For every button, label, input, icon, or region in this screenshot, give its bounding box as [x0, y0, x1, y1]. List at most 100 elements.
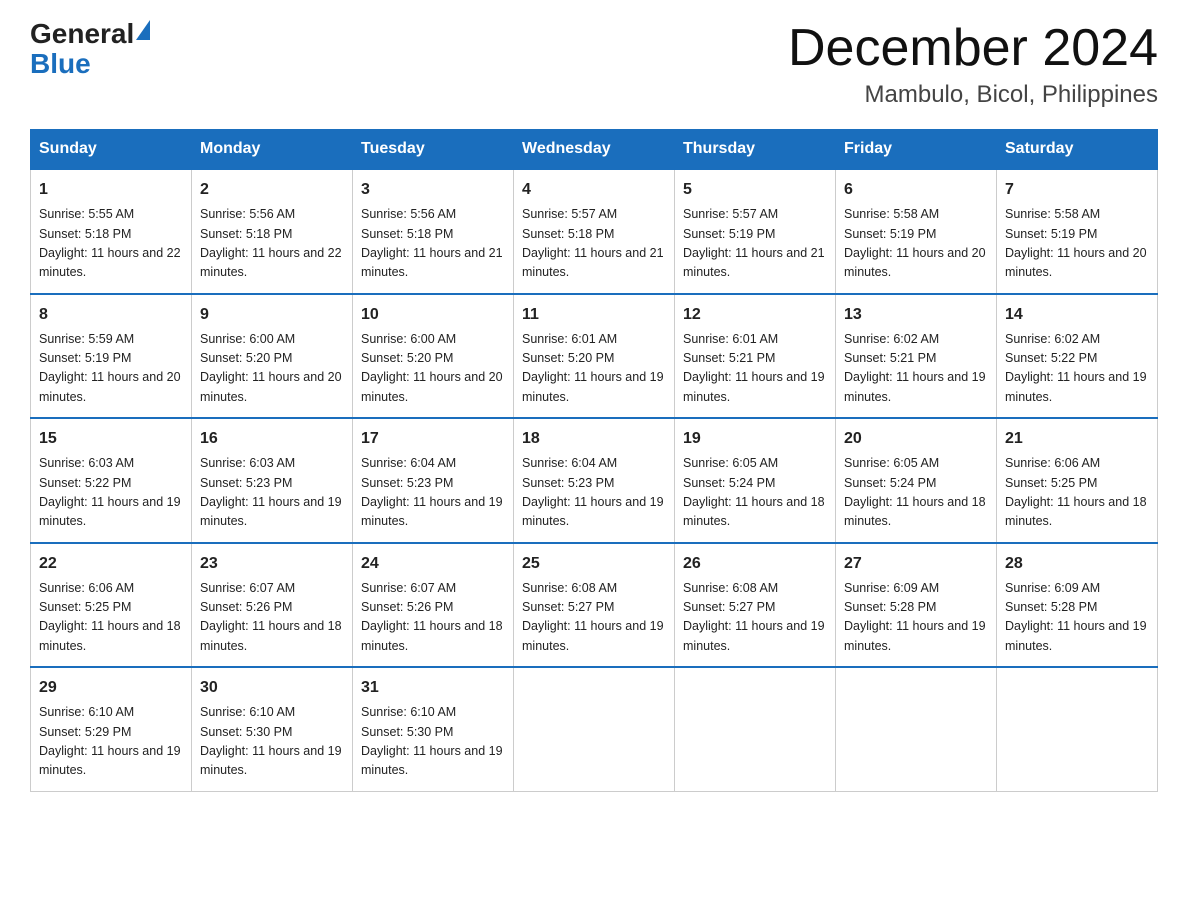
calendar-cell: 30 Sunrise: 6:10 AMSunset: 5:30 PMDaylig…	[192, 667, 353, 791]
calendar-cell: 5 Sunrise: 5:57 AMSunset: 5:19 PMDayligh…	[675, 169, 836, 294]
weekday-header-friday: Friday	[836, 130, 997, 170]
calendar-cell: 26 Sunrise: 6:08 AMSunset: 5:27 PMDaylig…	[675, 543, 836, 668]
day-number: 26	[683, 552, 827, 576]
day-number: 17	[361, 427, 505, 451]
calendar-cell: 8 Sunrise: 5:59 AMSunset: 5:19 PMDayligh…	[31, 294, 192, 419]
day-number: 4	[522, 178, 666, 202]
logo-general: General	[30, 20, 134, 48]
calendar-cell: 21 Sunrise: 6:06 AMSunset: 5:25 PMDaylig…	[997, 418, 1158, 543]
day-number: 1	[39, 178, 183, 202]
day-info: Sunrise: 6:07 AMSunset: 5:26 PMDaylight:…	[200, 579, 344, 657]
calendar-cell	[514, 667, 675, 791]
day-info: Sunrise: 5:58 AMSunset: 5:19 PMDaylight:…	[844, 205, 988, 283]
day-info: Sunrise: 6:06 AMSunset: 5:25 PMDaylight:…	[1005, 454, 1149, 532]
calendar-cell	[997, 667, 1158, 791]
day-info: Sunrise: 6:10 AMSunset: 5:30 PMDaylight:…	[200, 703, 344, 781]
day-number: 2	[200, 178, 344, 202]
day-number: 16	[200, 427, 344, 451]
day-info: Sunrise: 6:09 AMSunset: 5:28 PMDaylight:…	[844, 579, 988, 657]
weekday-header-sunday: Sunday	[31, 130, 192, 170]
calendar-cell: 14 Sunrise: 6:02 AMSunset: 5:22 PMDaylig…	[997, 294, 1158, 419]
day-info: Sunrise: 6:04 AMSunset: 5:23 PMDaylight:…	[361, 454, 505, 532]
day-number: 11	[522, 303, 666, 327]
day-number: 15	[39, 427, 183, 451]
calendar-header-row: SundayMondayTuesdayWednesdayThursdayFrid…	[31, 130, 1158, 170]
day-number: 20	[844, 427, 988, 451]
page-header: General Blue December 2024 Mambulo, Bico…	[30, 20, 1158, 109]
day-info: Sunrise: 6:07 AMSunset: 5:26 PMDaylight:…	[361, 579, 505, 657]
day-info: Sunrise: 6:08 AMSunset: 5:27 PMDaylight:…	[522, 579, 666, 657]
weekday-header-thursday: Thursday	[675, 130, 836, 170]
day-info: Sunrise: 5:59 AMSunset: 5:19 PMDaylight:…	[39, 330, 183, 408]
logo: General Blue	[30, 20, 150, 80]
day-info: Sunrise: 6:03 AMSunset: 5:22 PMDaylight:…	[39, 454, 183, 532]
day-number: 18	[522, 427, 666, 451]
day-info: Sunrise: 6:04 AMSunset: 5:23 PMDaylight:…	[522, 454, 666, 532]
calendar-cell: 3 Sunrise: 5:56 AMSunset: 5:18 PMDayligh…	[353, 169, 514, 294]
calendar-cell: 18 Sunrise: 6:04 AMSunset: 5:23 PMDaylig…	[514, 418, 675, 543]
day-number: 7	[1005, 178, 1149, 202]
calendar-cell: 15 Sunrise: 6:03 AMSunset: 5:22 PMDaylig…	[31, 418, 192, 543]
weekday-header-saturday: Saturday	[997, 130, 1158, 170]
day-info: Sunrise: 5:57 AMSunset: 5:18 PMDaylight:…	[522, 205, 666, 283]
calendar-cell: 29 Sunrise: 6:10 AMSunset: 5:29 PMDaylig…	[31, 667, 192, 791]
day-number: 19	[683, 427, 827, 451]
calendar-week-row: 1 Sunrise: 5:55 AMSunset: 5:18 PMDayligh…	[31, 169, 1158, 294]
day-number: 10	[361, 303, 505, 327]
day-number: 13	[844, 303, 988, 327]
day-number: 31	[361, 676, 505, 700]
day-number: 22	[39, 552, 183, 576]
calendar-cell: 17 Sunrise: 6:04 AMSunset: 5:23 PMDaylig…	[353, 418, 514, 543]
calendar-cell: 27 Sunrise: 6:09 AMSunset: 5:28 PMDaylig…	[836, 543, 997, 668]
day-info: Sunrise: 6:00 AMSunset: 5:20 PMDaylight:…	[361, 330, 505, 408]
calendar-cell: 23 Sunrise: 6:07 AMSunset: 5:26 PMDaylig…	[192, 543, 353, 668]
day-info: Sunrise: 5:55 AMSunset: 5:18 PMDaylight:…	[39, 205, 183, 283]
day-info: Sunrise: 6:00 AMSunset: 5:20 PMDaylight:…	[200, 330, 344, 408]
calendar-week-row: 29 Sunrise: 6:10 AMSunset: 5:29 PMDaylig…	[31, 667, 1158, 791]
day-info: Sunrise: 6:02 AMSunset: 5:22 PMDaylight:…	[1005, 330, 1149, 408]
calendar-cell: 12 Sunrise: 6:01 AMSunset: 5:21 PMDaylig…	[675, 294, 836, 419]
weekday-header-wednesday: Wednesday	[514, 130, 675, 170]
calendar-body: 1 Sunrise: 5:55 AMSunset: 5:18 PMDayligh…	[31, 169, 1158, 791]
calendar-cell: 6 Sunrise: 5:58 AMSunset: 5:19 PMDayligh…	[836, 169, 997, 294]
day-info: Sunrise: 6:10 AMSunset: 5:30 PMDaylight:…	[361, 703, 505, 781]
day-info: Sunrise: 6:03 AMSunset: 5:23 PMDaylight:…	[200, 454, 344, 532]
day-info: Sunrise: 5:56 AMSunset: 5:18 PMDaylight:…	[200, 205, 344, 283]
day-info: Sunrise: 6:01 AMSunset: 5:20 PMDaylight:…	[522, 330, 666, 408]
day-number: 9	[200, 303, 344, 327]
day-info: Sunrise: 6:09 AMSunset: 5:28 PMDaylight:…	[1005, 579, 1149, 657]
weekday-header-tuesday: Tuesday	[353, 130, 514, 170]
day-number: 25	[522, 552, 666, 576]
calendar-cell: 28 Sunrise: 6:09 AMSunset: 5:28 PMDaylig…	[997, 543, 1158, 668]
calendar-cell: 11 Sunrise: 6:01 AMSunset: 5:20 PMDaylig…	[514, 294, 675, 419]
month-title: December 2024	[788, 20, 1158, 77]
day-info: Sunrise: 5:56 AMSunset: 5:18 PMDaylight:…	[361, 205, 505, 283]
day-info: Sunrise: 6:02 AMSunset: 5:21 PMDaylight:…	[844, 330, 988, 408]
calendar-cell: 31 Sunrise: 6:10 AMSunset: 5:30 PMDaylig…	[353, 667, 514, 791]
calendar-cell: 16 Sunrise: 6:03 AMSunset: 5:23 PMDaylig…	[192, 418, 353, 543]
calendar-cell: 2 Sunrise: 5:56 AMSunset: 5:18 PMDayligh…	[192, 169, 353, 294]
day-info: Sunrise: 6:06 AMSunset: 5:25 PMDaylight:…	[39, 579, 183, 657]
logo-blue: Blue	[30, 48, 91, 79]
day-number: 3	[361, 178, 505, 202]
logo-triangle-icon	[136, 20, 150, 40]
calendar-cell: 10 Sunrise: 6:00 AMSunset: 5:20 PMDaylig…	[353, 294, 514, 419]
day-number: 8	[39, 303, 183, 327]
calendar-cell: 7 Sunrise: 5:58 AMSunset: 5:19 PMDayligh…	[997, 169, 1158, 294]
calendar-cell: 22 Sunrise: 6:06 AMSunset: 5:25 PMDaylig…	[31, 543, 192, 668]
calendar-cell	[675, 667, 836, 791]
day-number: 14	[1005, 303, 1149, 327]
day-number: 23	[200, 552, 344, 576]
calendar-cell: 24 Sunrise: 6:07 AMSunset: 5:26 PMDaylig…	[353, 543, 514, 668]
day-number: 5	[683, 178, 827, 202]
calendar-week-row: 15 Sunrise: 6:03 AMSunset: 5:22 PMDaylig…	[31, 418, 1158, 543]
calendar-cell: 9 Sunrise: 6:00 AMSunset: 5:20 PMDayligh…	[192, 294, 353, 419]
calendar-week-row: 22 Sunrise: 6:06 AMSunset: 5:25 PMDaylig…	[31, 543, 1158, 668]
day-info: Sunrise: 5:58 AMSunset: 5:19 PMDaylight:…	[1005, 205, 1149, 283]
location-subtitle: Mambulo, Bicol, Philippines	[788, 81, 1158, 109]
day-number: 29	[39, 676, 183, 700]
calendar-cell: 1 Sunrise: 5:55 AMSunset: 5:18 PMDayligh…	[31, 169, 192, 294]
day-info: Sunrise: 6:05 AMSunset: 5:24 PMDaylight:…	[844, 454, 988, 532]
calendar-cell: 13 Sunrise: 6:02 AMSunset: 5:21 PMDaylig…	[836, 294, 997, 419]
title-block: December 2024 Mambulo, Bicol, Philippine…	[788, 20, 1158, 109]
